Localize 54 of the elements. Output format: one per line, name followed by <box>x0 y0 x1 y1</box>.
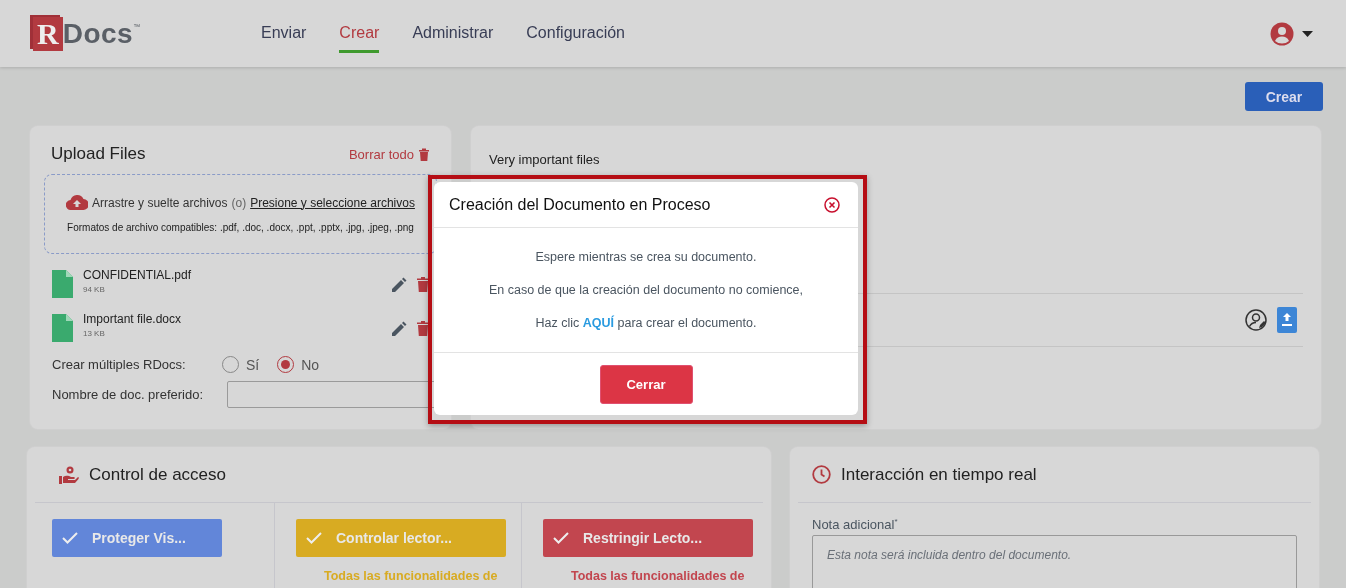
nav-tab[interactable]: Configuración <box>526 14 625 53</box>
file-name: CONFIDENTIAL.pdf <box>83 268 193 282</box>
card-title: Upload Files <box>51 144 146 164</box>
clear-all-link[interactable]: Borrar todo <box>348 146 430 162</box>
modal-message: En caso de que la creación del documento no comience, <box>488 283 804 297</box>
trash-icon <box>418 147 430 161</box>
cloud-upload-icon <box>66 195 89 210</box>
close-button[interactable]: Cerrar <box>599 364 693 404</box>
caret-icon[interactable] <box>1302 30 1313 37</box>
or-text: (o) <box>231 195 247 210</box>
check-icon <box>62 532 78 544</box>
close-icon[interactable] <box>824 196 840 213</box>
formats-text: Formatos de archivo compatibles: .pdf, .doc, .docx, .ppt, .pptx, .jpg, .jpeg, .png <box>67 222 414 233</box>
file-icon <box>52 270 73 298</box>
select-files-link[interactable]: Presione y seleccione archivos <box>250 195 415 210</box>
note-field[interactable]: Esta nota será incluida dentro del documento. <box>812 535 1297 588</box>
multiple-label: Crear múltiples RDocs: <box>52 357 187 372</box>
nav-tab[interactable]: Crear <box>339 14 380 53</box>
here-link[interactable]: AQUÍ <box>582 316 614 330</box>
create-button[interactable]: Crear <box>1245 82 1323 111</box>
check-icon <box>306 532 322 544</box>
nav-tab[interactable]: Enviar <box>261 14 307 53</box>
document-title: Very important files <box>489 152 601 167</box>
modal-message: Espere mientras se crea su documento. <box>535 250 757 264</box>
option-description: Todas las funcionalidades de <box>323 569 498 583</box>
preferred-name-field[interactable] <box>227 381 437 408</box>
preferred-name-label: Nombre de doc. preferido: <box>52 387 205 402</box>
user-edit-icon[interactable] <box>1245 309 1267 331</box>
nav-tab[interactable]: Administrar <box>412 14 494 53</box>
logo[interactable]: RDocs$^{™}$ <box>33 16 261 51</box>
clock-icon <box>812 465 831 484</box>
user-avatar-icon[interactable] <box>1270 21 1294 46</box>
radio-option[interactable]: Sí <box>222 356 260 373</box>
file-upload-icon[interactable] <box>1277 307 1297 333</box>
option-description: Todas las funcionalidades de <box>570 569 745 583</box>
trash-icon[interactable] <box>417 276 429 292</box>
radio-option[interactable]: No <box>277 356 320 373</box>
card-title: Control de acceso <box>89 464 227 485</box>
note-label: Nota adicional$^{*}$ <box>812 517 899 533</box>
check-icon <box>553 532 569 544</box>
card-title: Interacción en tiempo real <box>841 464 1037 485</box>
edit-icon[interactable] <box>392 320 407 336</box>
edit-icon[interactable] <box>392 276 407 292</box>
file-icon <box>52 314 73 342</box>
modal-title: Creación del Documento en Proceso <box>449 195 711 214</box>
trash-icon[interactable] <box>417 320 429 336</box>
drag-text: Arrastre y suelte archivos <box>92 195 228 210</box>
file-size: 13 KB <box>83 329 106 338</box>
access-option-button[interactable]: Restringir Lecto... <box>543 519 753 557</box>
hand-gear-icon <box>59 464 79 485</box>
modal-message: Haz clic AQUÍ para crear el documento. <box>535 316 757 330</box>
file-name: Important file.docx <box>83 312 183 326</box>
file-size: 94 KB <box>83 285 106 294</box>
access-option-button[interactable]: Proteger Vis... <box>52 519 222 557</box>
